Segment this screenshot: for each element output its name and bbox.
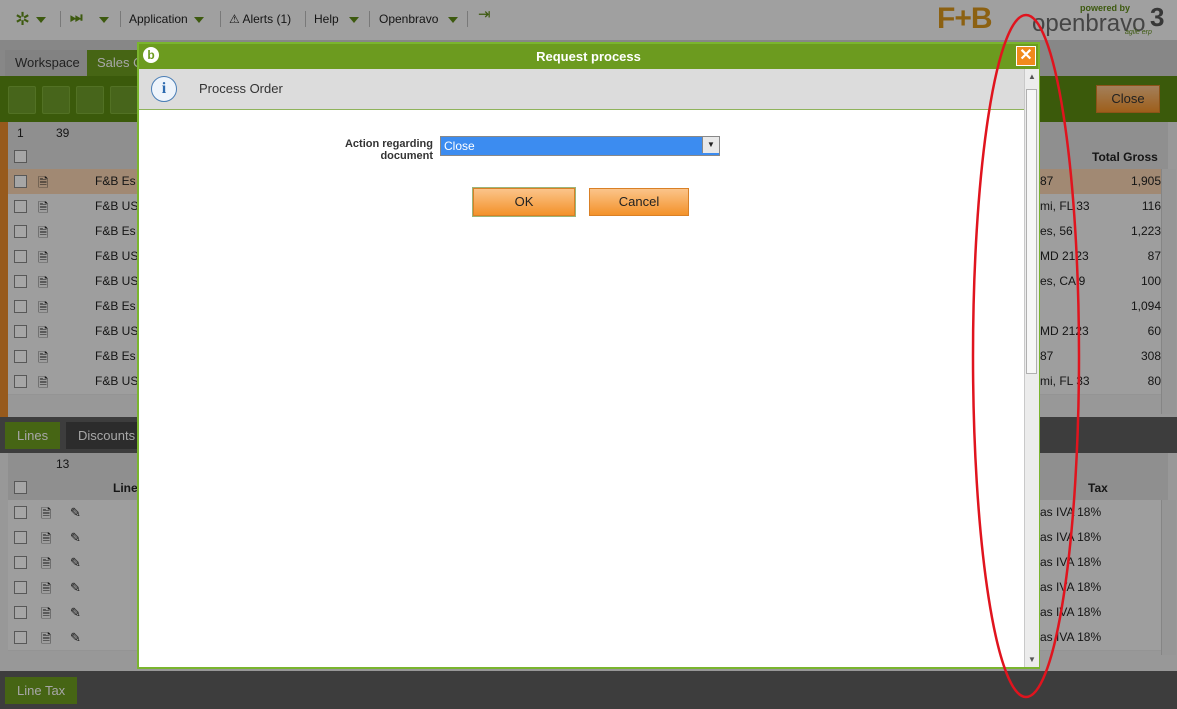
red-annotation-ellipse — [971, 13, 1081, 699]
annotation-overlay — [971, 13, 1081, 699]
